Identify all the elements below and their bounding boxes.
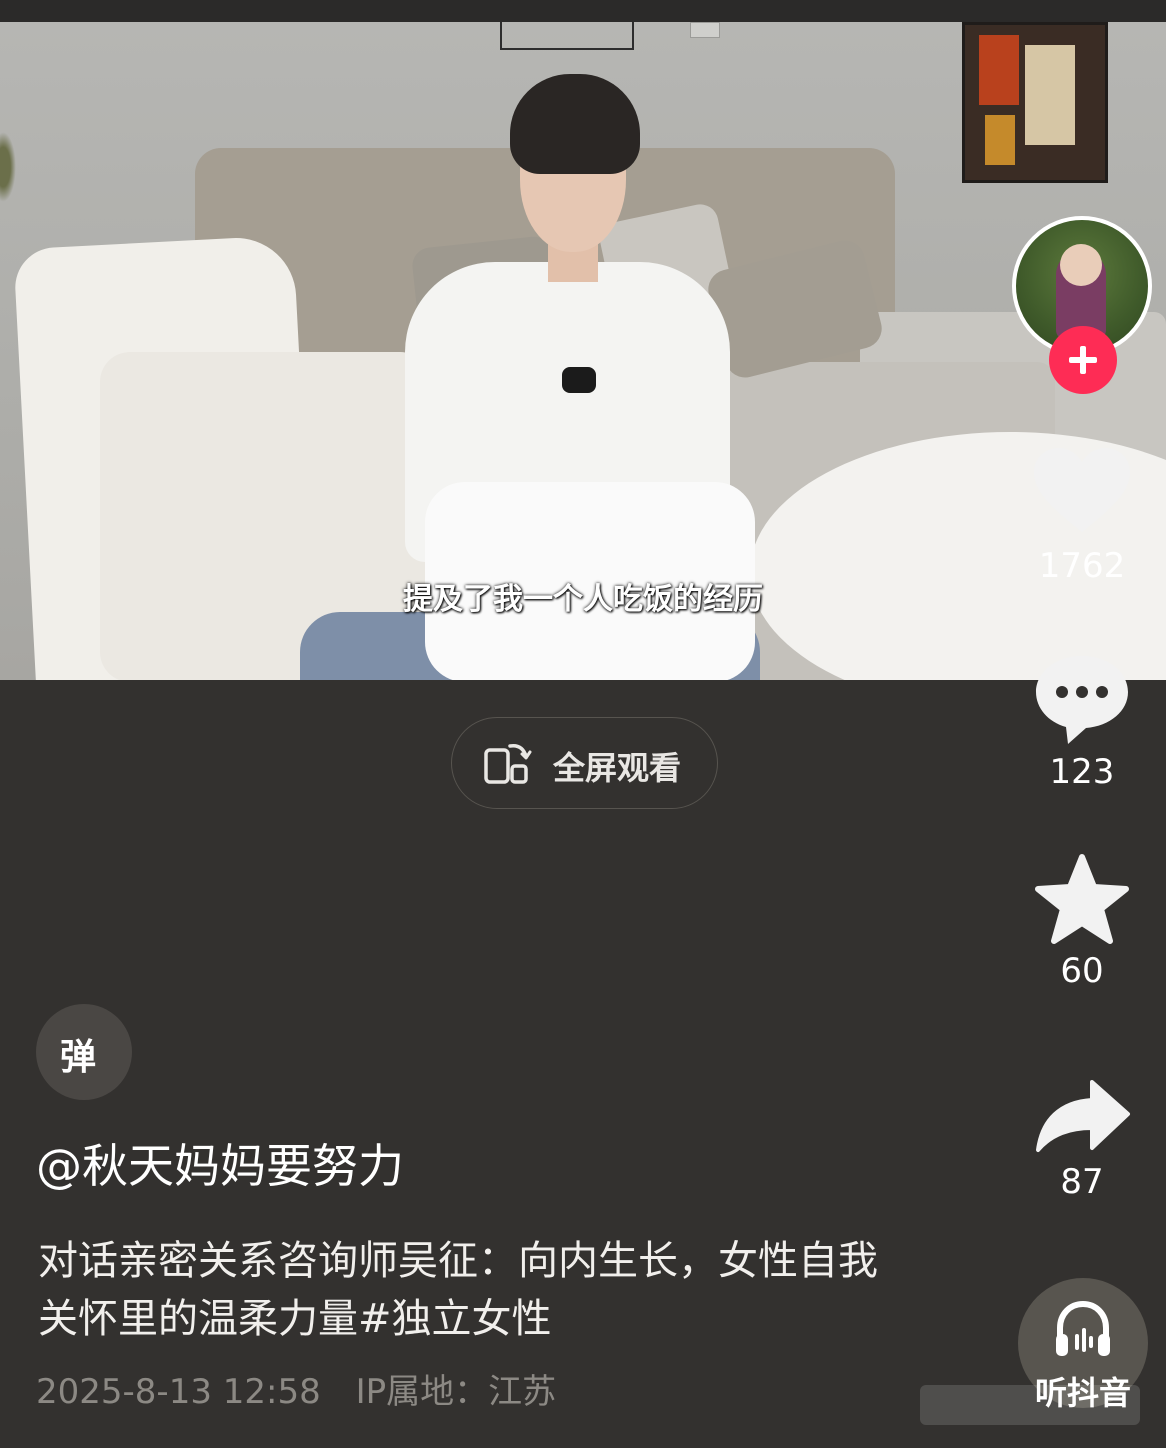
fullscreen-label: 全屏观看 — [553, 749, 682, 787]
fullscreen-button[interactable]: 全屏观看 — [451, 717, 718, 809]
wall-painting — [962, 22, 1108, 183]
heart-icon — [1034, 448, 1130, 532]
post-date: 2025-8-13 12:58 — [36, 1372, 321, 1412]
person-hair — [510, 74, 640, 174]
danmu-toggle-button[interactable]: 弹 — [36, 1004, 132, 1100]
post-description[interactable]: 对话亲密关系咨询师吴征：向内生长，女性自我关怀里的温柔力量#独立女性 — [38, 1232, 898, 1348]
comment-count: 123 — [1049, 752, 1115, 792]
ip-location: IP属地：江苏 — [355, 1372, 557, 1412]
headphones-icon — [1056, 1300, 1110, 1356]
share-count: 87 — [1060, 1162, 1104, 1202]
share-arrow-icon — [1036, 1080, 1130, 1152]
author-name[interactable]: @秋天妈妈要努力 — [36, 1130, 404, 1196]
share-button[interactable]: 87 — [1020, 1078, 1144, 1202]
plant — [0, 132, 16, 202]
follow-plus-icon[interactable] — [1049, 326, 1117, 394]
wall-outlet — [690, 22, 720, 38]
danmu-label: 弹 — [60, 1037, 97, 1078]
lapel-mic — [562, 367, 596, 393]
video-subtitle: 提及了我一个人吃饭的经历 — [403, 582, 763, 617]
rotate-phone-icon — [484, 743, 532, 784]
watermark — [920, 1385, 1140, 1425]
top-status-bar — [0, 0, 1166, 22]
like-button[interactable]: 1762 — [1020, 446, 1144, 586]
wall-frame — [500, 22, 634, 50]
like-count: 1762 — [1038, 546, 1126, 586]
favorite-count: 60 — [1060, 951, 1104, 991]
comment-bubble-icon — [1036, 656, 1128, 744]
post-meta: 2025-8-13 12:58 IP属地：江苏 — [36, 1364, 580, 1413]
comment-button[interactable]: 123 — [1020, 652, 1144, 792]
video-player[interactable]: 提及了我一个人吃饭的经历 — [0, 22, 1166, 680]
favorite-button[interactable]: 60 — [1020, 853, 1144, 991]
star-icon — [1035, 854, 1129, 944]
